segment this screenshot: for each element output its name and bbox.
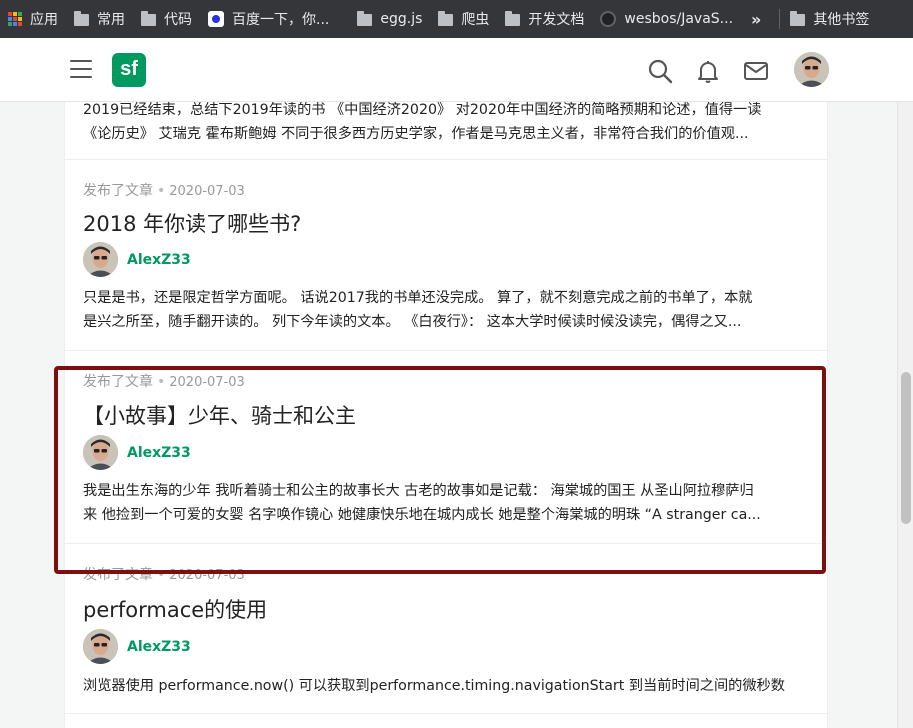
apps-grid-icon xyxy=(8,12,22,26)
bookmark-folder-eggjs[interactable]: egg.js xyxy=(357,0,432,38)
bookmark-label: 其他书签 xyxy=(813,12,870,28)
folder-icon xyxy=(74,11,89,26)
bookmark-folder-devdocs[interactable]: 开发文档 xyxy=(505,0,594,38)
article-excerpt: 2019已经结束，总结下2019年读的书 《中国经济2020》 对2020年中国… xyxy=(83,102,813,146)
author-name[interactable]: AlexZ33 xyxy=(127,252,191,268)
github-icon xyxy=(600,11,617,27)
feed-item[interactable]: 发布了文章 • 2020-07-03 【小故事】少年、骑士和公主 AlexZ33 我… xyxy=(65,351,827,544)
bookmark-folder-crawler[interactable]: 爬虫 xyxy=(438,0,499,38)
bookmark-label: 百度一下，你... xyxy=(232,12,330,28)
bookmark-label: 代码 xyxy=(164,12,192,28)
article-title[interactable]: 【小故事】少年、骑士和公主 xyxy=(83,400,356,430)
bookmark-label: 常用 xyxy=(97,12,125,28)
bookmark-other-folder[interactable]: 其他书签 xyxy=(790,0,879,38)
article-excerpt: 我是出生东海的少年 我听着骑士和公主的故事长大 古老的故事如是记载： 海棠城的国… xyxy=(83,479,813,527)
article-title[interactable]: performace的使用 xyxy=(83,594,267,624)
bookmark-folder-common[interactable]: 常用 xyxy=(74,0,135,38)
bookmarks-separator xyxy=(779,9,781,29)
author-avatar[interactable] xyxy=(83,242,118,277)
bookmarks-bar: 应用 常用 代码 百度一下，你... egg.js 爬虫 开发文档 wesbos… xyxy=(0,0,913,38)
author-avatar[interactable] xyxy=(83,435,118,470)
author-name[interactable]: AlexZ33 xyxy=(127,445,191,461)
bookmark-apps[interactable]: 应用 xyxy=(8,0,68,38)
action-label: 发布了文章 xyxy=(83,374,153,390)
page-scrollbar[interactable] xyxy=(897,102,913,728)
article-meta: 发布了文章 • 2020-07-03 xyxy=(83,374,245,390)
excerpt-line: 是兴之所至，随手翻开读的。 列下今年读的文本。 《白夜行》： 这本大学时候读时候… xyxy=(83,314,742,330)
publish-date: 2020-07-03 xyxy=(169,568,245,583)
author[interactable]: AlexZ33 xyxy=(83,435,191,470)
action-label: 发布了文章 xyxy=(83,183,153,199)
folder-icon xyxy=(505,11,521,26)
article-excerpt: 浏览器使用 performance.now() 可以获取到performance… xyxy=(83,674,813,698)
excerpt-line: 浏览器使用 performance.now() 可以获取到performance… xyxy=(83,678,785,694)
bookmark-label: 爬虫 xyxy=(461,12,490,28)
folder-icon xyxy=(141,11,156,26)
article-title[interactable]: 2018 年你读了哪些书? xyxy=(83,208,301,238)
bookmark-baidu[interactable]: 百度一下，你... xyxy=(208,0,339,38)
action-label: 发布了文章 xyxy=(83,567,153,583)
scrollbar-thumb[interactable] xyxy=(901,372,911,524)
bell-icon[interactable] xyxy=(695,58,721,84)
author-name[interactable]: AlexZ33 xyxy=(127,639,191,655)
article-excerpt: 只是是书，还是限定哲学方面呢。 话说2017我的书单还没完成。 算了，就不刻意完… xyxy=(83,286,813,334)
article-meta: 发布了文章 • 2020-07-03 xyxy=(83,567,245,583)
article-feed: 2019已经结束，总结下2019年读的书 《中国经济2020》 对2020年中国… xyxy=(64,102,828,728)
mail-icon[interactable] xyxy=(743,58,769,84)
user-avatar[interactable] xyxy=(794,52,829,87)
feed-item[interactable]: 发布了文章 • 2020-07-03 performace的使用 AlexZ33 浏… xyxy=(65,544,827,714)
bookmark-folder-code[interactable]: 代码 xyxy=(141,0,202,38)
folder-icon xyxy=(438,11,454,26)
feed-item[interactable]: 发布了文章 • 2020-07-03 2018 年你读了哪些书? AlexZ33 只… xyxy=(65,160,827,351)
excerpt-line: 只是是书，还是限定哲学方面呢。 话说2017我的书单还没完成。 算了，就不刻意完… xyxy=(83,290,753,306)
bookmark-label: egg.js xyxy=(380,11,423,27)
menu-icon[interactable] xyxy=(70,60,92,78)
feed-item[interactable]: 2019已经结束，总结下2019年读的书 《中国经济2020》 对2020年中国… xyxy=(65,102,827,160)
site-logo[interactable]: sf xyxy=(112,53,146,87)
bookmark-label: 开发文档 xyxy=(528,12,585,28)
author[interactable]: AlexZ33 xyxy=(83,629,191,664)
excerpt-line: 2019已经结束，总结下2019年读的书 《中国经济2020》 对2020年中国… xyxy=(83,102,762,118)
site-header: sf xyxy=(0,38,913,102)
publish-date: 2020-07-03 xyxy=(169,375,245,390)
excerpt-line: 我是出生东海的少年 我听着骑士和公主的故事长大 古老的故事如是记载： 海棠城的国… xyxy=(83,483,754,499)
search-icon[interactable] xyxy=(647,58,673,84)
folder-icon xyxy=(790,11,806,26)
bookmark-label: wesbos/JavaS... xyxy=(624,11,734,27)
article-meta: 发布了文章 • 2020-07-03 xyxy=(83,183,245,199)
author-avatar[interactable] xyxy=(83,629,118,664)
folder-icon xyxy=(357,11,373,26)
author[interactable]: AlexZ33 xyxy=(83,242,191,277)
excerpt-line: 来 他捡到一个可爱的女婴 名字唤作镜心 她健康快乐地在城内成长 她是整个海棠城的… xyxy=(83,507,761,523)
publish-date: 2020-07-03 xyxy=(169,184,245,199)
excerpt-line: 《论历史》 艾瑞克 霍布斯鲍姆 不同于很多西方历史学家，作者是马克思主义者，非常… xyxy=(83,126,749,142)
bookmark-label: 应用 xyxy=(30,12,58,28)
baidu-icon xyxy=(208,11,224,27)
bookmark-github-wesbos[interactable]: wesbos/JavaS... xyxy=(600,0,743,38)
bookmarks-more-button[interactable]: » xyxy=(751,10,761,29)
